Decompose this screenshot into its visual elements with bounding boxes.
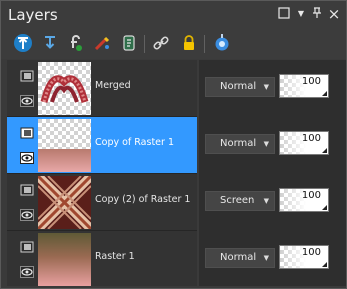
link-icon[interactable] [151, 33, 171, 53]
blend-mode-value: Screen [220, 195, 255, 206]
panel-menu-dropdown-icon[interactable]: ▼ [294, 7, 308, 21]
layer-row-icons [13, 231, 37, 286]
layer-name: Copy (2) of Raster 1 [95, 194, 191, 205]
opacity-field[interactable]: 100 [279, 131, 329, 155]
layer-type-icon[interactable] [20, 241, 34, 253]
layer-row[interactable]: Merged [7, 60, 197, 117]
resize-corner-icon [322, 205, 327, 210]
layer-type-icon[interactable] [20, 70, 34, 82]
opacity-value: 100 [301, 190, 321, 201]
panel-title: Layers [8, 6, 58, 24]
close-icon[interactable]: × [327, 7, 341, 22]
eye-icon[interactable] [20, 209, 34, 221]
maximize-icon[interactable] [277, 7, 291, 21]
layer-row-icons [13, 60, 37, 117]
layer-type-icon[interactable] [20, 127, 34, 139]
eye-icon[interactable] [20, 266, 34, 278]
chevron-down-icon: ▼ [263, 83, 269, 91]
resize-corner-icon [322, 262, 327, 267]
toolbar-separator [144, 35, 145, 53]
layer-row-icons [13, 117, 37, 174]
layer-row-icons [13, 174, 37, 231]
layer-properties-row: Screen ▼ 100 [199, 174, 346, 231]
layer-row[interactable]: Copy of Raster 1 [7, 117, 197, 174]
opacity-field[interactable]: 100 [279, 74, 329, 98]
layer-properties-row: Normal ▼ 100 [199, 60, 346, 117]
visibility-toggle-icon[interactable] [212, 33, 232, 53]
resize-corner-icon [322, 148, 327, 153]
duplicate-layer-icon[interactable] [119, 33, 139, 53]
chevron-down-icon: ▼ [263, 197, 269, 205]
opacity-value: 100 [301, 133, 321, 144]
opacity-value: 100 [301, 76, 321, 87]
layer-thumbnail [38, 62, 91, 115]
layer-row[interactable]: Copy (2) of Raster 1 [7, 174, 197, 231]
layer-name: Copy of Raster 1 [95, 137, 174, 148]
layer-name: Merged [95, 80, 131, 91]
layer-properties: Normal ▼ 100 Normal ▼ 100 Screen ▼ 100 Norm… [199, 60, 346, 286]
opacity-value: 100 [301, 247, 321, 258]
chevron-down-icon: ▼ [263, 254, 269, 262]
layers-toolbar [1, 29, 346, 59]
move-layer-down-icon[interactable] [40, 33, 60, 53]
eye-icon[interactable] [20, 152, 34, 164]
layer-properties-row: Normal ▼ 100 [199, 117, 346, 174]
move-layer-up-icon[interactable] [13, 33, 33, 53]
lock-icon[interactable] [179, 33, 199, 53]
opacity-field[interactable]: 100 [279, 245, 329, 269]
new-layer-icon[interactable] [65, 33, 85, 53]
blend-mode-select[interactable]: Normal ▼ [205, 248, 275, 268]
layer-type-icon[interactable] [20, 184, 34, 196]
panel-title-bar[interactable]: Layers ▼ × [1, 1, 346, 29]
layer-list: Merged Copy of Raster 1 Copy (2) of Rast… [7, 60, 197, 286]
layer-thumbnail [38, 233, 91, 286]
layer-row[interactable]: Raster 1 [7, 231, 197, 286]
resize-corner-icon [322, 91, 327, 96]
toolbar-separator [204, 35, 205, 53]
blend-mode-value: Normal [220, 81, 257, 92]
blend-mode-value: Normal [220, 252, 257, 263]
opacity-field[interactable]: 100 [279, 188, 329, 212]
eye-icon[interactable] [20, 95, 34, 107]
layer-properties-row: Normal ▼ 100 [199, 231, 346, 288]
layer-thumbnail [38, 119, 91, 172]
blend-mode-select[interactable]: Screen ▼ [205, 191, 275, 211]
layer-thumbnail [38, 176, 91, 229]
blend-mode-value: Normal [220, 138, 257, 149]
layer-name: Raster 1 [95, 251, 135, 262]
layers-panel: Layers ▼ × Merged Copy of Raster 1 Copy … [0, 0, 347, 289]
blend-mode-select[interactable]: Normal ▼ [205, 134, 275, 154]
blend-mode-select[interactable]: Normal ▼ [205, 77, 275, 97]
delete-layer-icon[interactable] [92, 33, 112, 53]
pin-icon[interactable] [310, 7, 324, 21]
chevron-down-icon: ▼ [263, 140, 269, 148]
